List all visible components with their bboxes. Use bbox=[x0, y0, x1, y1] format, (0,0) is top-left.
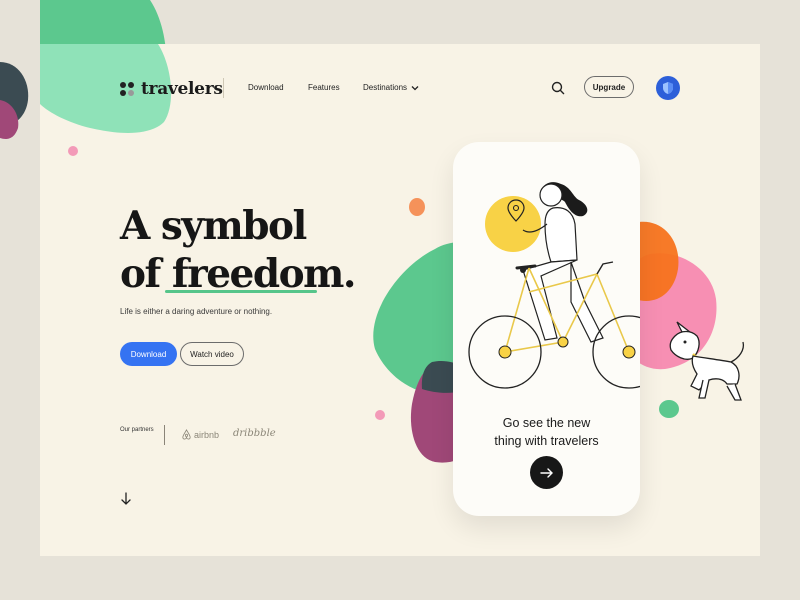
dog-illustration bbox=[669, 321, 745, 401]
four-dots-logo-icon bbox=[120, 82, 134, 96]
hero-title-period: . bbox=[342, 251, 357, 297]
dribbble-partner-logo[interactable]: dribbble bbox=[233, 428, 276, 439]
nav-divider bbox=[223, 78, 224, 98]
shield-avatar-icon bbox=[663, 82, 673, 94]
card-blobs bbox=[40, 44, 717, 463]
freedom-underline bbox=[165, 290, 317, 293]
arrow-right-icon bbox=[539, 467, 553, 478]
hero-title-line1: A symbol bbox=[120, 203, 307, 249]
download-button[interactable]: Download bbox=[120, 342, 177, 366]
landing-card: travelers Download Features Destinations… bbox=[40, 44, 760, 556]
logo[interactable]: travelers bbox=[120, 79, 223, 99]
brand-name: travelers bbox=[141, 79, 223, 99]
avatar[interactable] bbox=[656, 76, 680, 100]
watch-video-button[interactable]: Watch video bbox=[180, 342, 244, 366]
hero-title: A symbol of freedom. bbox=[120, 202, 357, 298]
airbnb-label: airbnb bbox=[194, 429, 220, 440]
partners-label: Our partners bbox=[120, 427, 154, 433]
airbnb-icon bbox=[182, 429, 191, 440]
phone-message-line1: Go see the new bbox=[502, 416, 591, 430]
search-icon[interactable] bbox=[551, 81, 565, 95]
nav-features[interactable]: Features bbox=[308, 83, 340, 92]
nav-destinations-label: Destinations bbox=[363, 83, 408, 92]
nav-download[interactable]: Download bbox=[248, 83, 284, 92]
arrow-down-icon[interactable] bbox=[120, 492, 132, 506]
phone-message: Go see the new thing with travelers bbox=[453, 414, 640, 450]
nav-destinations[interactable]: Destinations bbox=[363, 83, 419, 92]
airbnb-partner-logo[interactable]: airbnb bbox=[181, 429, 219, 440]
phone-mockup: Go see the new thing with travelers bbox=[453, 142, 640, 516]
next-button[interactable] bbox=[530, 456, 563, 489]
upgrade-button[interactable]: Upgrade bbox=[584, 76, 634, 98]
cyclist-illustration bbox=[468, 182, 640, 389]
hero-tagline: Life is either a daring adventure or not… bbox=[120, 307, 273, 316]
partners-divider bbox=[164, 425, 165, 445]
phone-message-line2: thing with travelers bbox=[494, 434, 599, 448]
chevron-down-icon bbox=[411, 85, 419, 90]
